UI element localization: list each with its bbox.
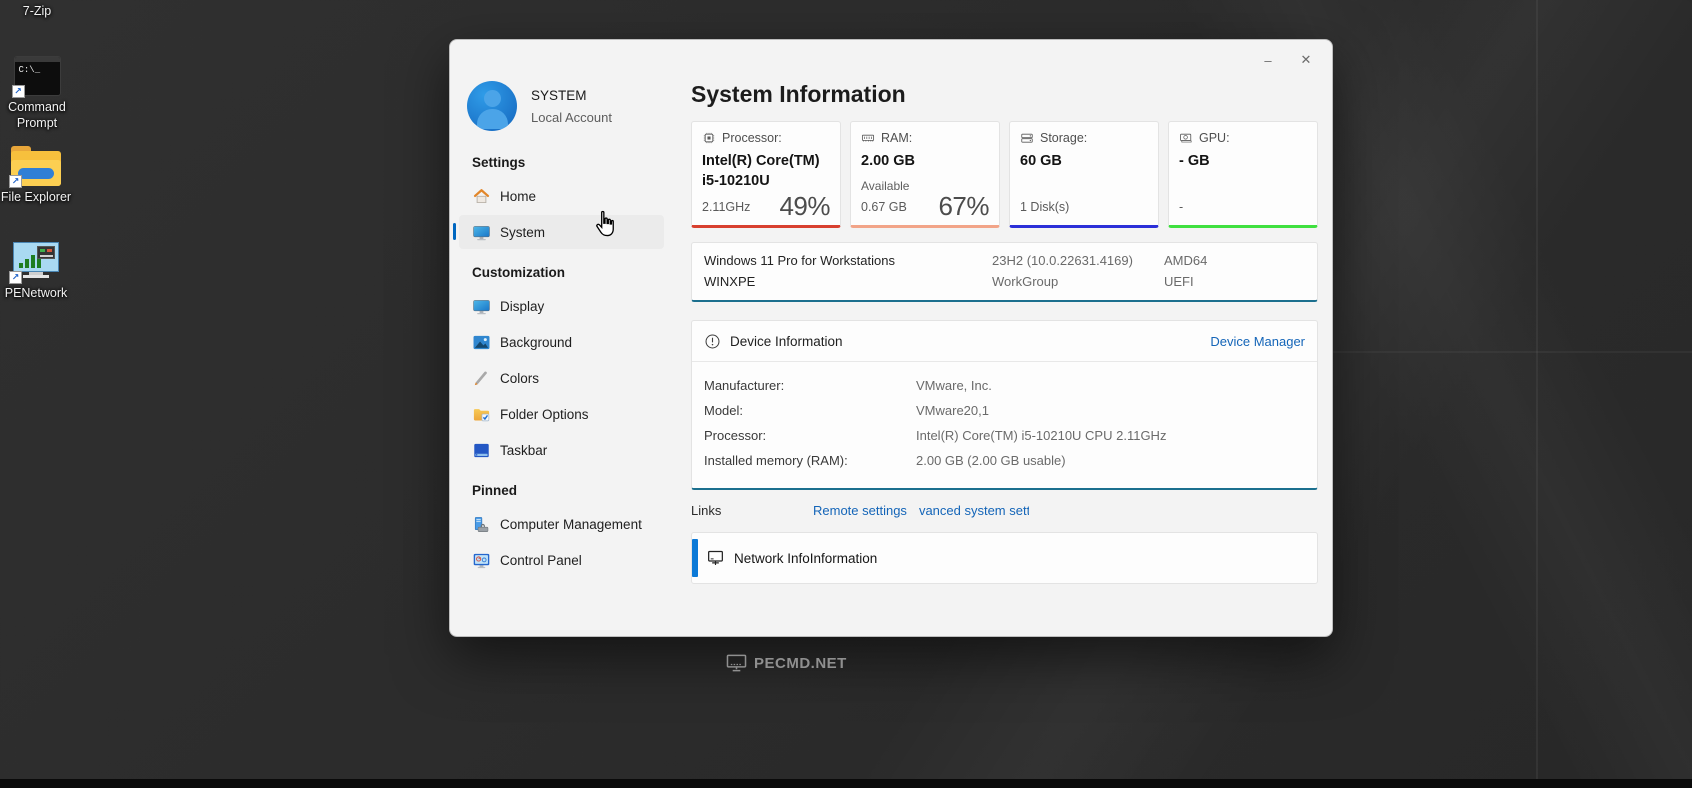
sidebar-item-background[interactable]: Background: [459, 325, 664, 359]
watermark-monitor-icon: [726, 654, 747, 672]
ram-available: 0.67 GB: [861, 200, 907, 214]
file-explorer-icon: ↗: [9, 146, 61, 188]
ram-icon: [861, 134, 875, 142]
taskbar[interactable]: [0, 779, 1692, 788]
desktop-icon-label: 7-Zip: [22, 4, 52, 18]
device-info-title: Device Information: [730, 334, 843, 349]
sidebar-item-control-panel[interactable]: Control Panel: [459, 543, 664, 577]
os-version: 23H2 (10.0.22631.4169): [992, 253, 1133, 268]
network-info-row[interactable]: Network InfoInformation: [691, 532, 1318, 584]
links-row: Links Remote settings vanced system sett…: [691, 503, 1318, 518]
avatar: [467, 81, 517, 131]
device-row-model: Model: VMware20,1: [704, 403, 989, 418]
processor-card: Processor: Intel(R) Core(TM) i5-10210U 2…: [691, 121, 841, 228]
firmware-type: UEFI: [1164, 274, 1194, 289]
processor-clock: 2.11GHz: [702, 200, 751, 214]
os-architecture: AMD64: [1164, 253, 1208, 268]
desktop-icon-label: Command Prompt: [8, 100, 66, 130]
account-block[interactable]: SYSTEM Local Account: [467, 81, 691, 131]
storage-total: 60 GB: [1020, 153, 1062, 169]
shortcut-arrow-icon: ↗: [9, 271, 22, 284]
advanced-system-settings-link[interactable]: vanced system settin: [919, 503, 1029, 518]
sidebar-item-taskbar[interactable]: Taskbar: [459, 433, 664, 467]
section-header-settings: Settings: [472, 155, 526, 170]
desktop-icon-file-explorer[interactable]: ↗ File Explorer: [0, 146, 75, 206]
command-prompt-icon: C:\_ ↗: [11, 56, 61, 98]
home-icon: [473, 188, 490, 203]
links-label: Links: [691, 503, 722, 518]
info-icon: [705, 334, 720, 349]
desktop-icon-command-prompt[interactable]: C:\_ ↗ Command Prompt: [0, 56, 76, 131]
desktop-icon-label: File Explorer: [0, 190, 72, 204]
computer-management-icon: [474, 516, 489, 532]
sidebar-item-folder-options[interactable]: Folder Options: [459, 397, 664, 431]
control-panel-icon: [473, 553, 490, 568]
computer-name: WINXPE: [704, 274, 756, 289]
display-icon: [473, 299, 490, 314]
settings-window: – ✕ SYSTEM Local Account Settings Home S…: [449, 39, 1333, 637]
taskbar-icon: [474, 443, 489, 457]
storage-icon: [1021, 133, 1033, 143]
ram-card: RAM: 2.00 GB Available 0.67 GB 67%: [850, 121, 1000, 228]
device-row-manufacturer: Manufacturer: VMware, Inc.: [704, 378, 992, 393]
penetwork-icon: ↗: [9, 242, 61, 284]
gpu-sub: -: [1179, 200, 1184, 214]
shortcut-arrow-icon: ↗: [11, 85, 25, 98]
gpu-memory: - GB: [1179, 153, 1210, 169]
device-manager-link[interactable]: Device Manager: [1210, 334, 1305, 349]
network-info-label: Network InfoInformation: [734, 550, 878, 566]
os-edition: Windows 11 Pro for Workstations: [704, 253, 895, 268]
device-info-panel: Device Information Device Manager Manufa…: [691, 320, 1318, 490]
sidebar-item-colors[interactable]: Colors: [459, 361, 664, 395]
desktop-icon-7zip[interactable]: 7-Zip: [0, 0, 76, 20]
device-row-memory: Installed memory (RAM): 2.00 GB (2.00 GB…: [704, 453, 1066, 468]
processor-name: Intel(R) Core(TM) i5-10210U: [702, 153, 820, 190]
folder-options-icon: [473, 408, 490, 421]
accent-bar: [692, 539, 698, 577]
account-name: SYSTEM: [531, 87, 587, 103]
page-title: System Information: [691, 81, 906, 107]
wallpaper-window-line: [1300, 351, 1692, 353]
sidebar-item-system[interactable]: System: [453, 215, 664, 249]
selected-indicator: [453, 223, 456, 240]
gpu-icon: [1180, 133, 1192, 143]
pecmd-watermark: PECMD.NET: [726, 654, 847, 673]
remote-settings-link[interactable]: Remote settings: [813, 503, 907, 518]
ram-total: 2.00 GB: [861, 153, 915, 169]
gpu-card: GPU: - GB -: [1168, 121, 1318, 228]
wallpaper-window-line: [1536, 0, 1538, 788]
colors-brush-icon: [474, 370, 487, 385]
os-info-panel: Windows 11 Pro for Workstations 23H2 (10…: [691, 242, 1318, 302]
mouse-cursor-hand: [593, 210, 617, 243]
main-content: System Information Processor: Intel(R) C…: [691, 40, 1318, 584]
system-icon: [473, 225, 490, 240]
processor-icon: [703, 132, 715, 144]
network-icon: [708, 550, 723, 565]
storage-card: Storage: 60 GB 1 Disk(s): [1009, 121, 1159, 228]
ram-usage: 67%: [938, 191, 989, 221]
processor-usage: 49%: [779, 191, 830, 221]
background-icon: [473, 335, 490, 349]
sidebar: SYSTEM Local Account Settings Home Syste…: [450, 40, 691, 636]
desktop-icon-penetwork[interactable]: ↗ PENetwork: [0, 242, 75, 302]
sidebar-item-computer-management[interactable]: Computer Management: [459, 507, 664, 541]
sidebar-item-home[interactable]: Home: [459, 179, 664, 213]
desktop-icon-label: PENetwork: [4, 286, 68, 300]
shortcut-arrow-icon: ↗: [9, 175, 22, 188]
sidebar-item-display[interactable]: Display: [459, 289, 664, 323]
section-header-customization: Customization: [472, 265, 565, 280]
account-type: Local Account: [531, 109, 612, 125]
storage-disks: 1 Disk(s): [1020, 200, 1070, 214]
section-header-pinned: Pinned: [472, 483, 518, 498]
stat-cards: Processor: Intel(R) Core(TM) i5-10210U 2…: [691, 121, 1318, 228]
workgroup: WorkGroup: [992, 274, 1059, 289]
device-row-processor: Processor: Intel(R) Core(TM) i5-10210U C…: [704, 428, 1167, 443]
